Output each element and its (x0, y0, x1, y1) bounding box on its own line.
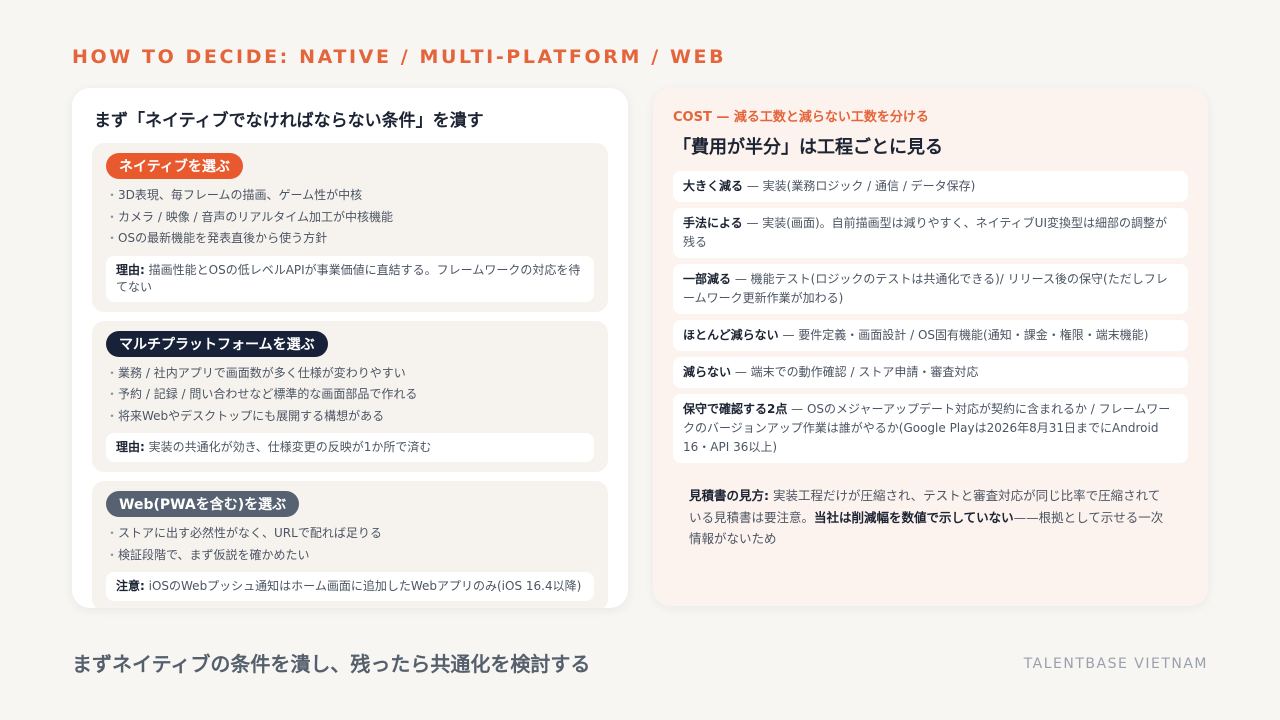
cost-row: 手法による — 実装(画面)。自前描画型は減りやすく、ネイティブUI変換型は細部… (673, 208, 1188, 258)
list-item: 検証段階で、まず仮説を確かめたい (106, 545, 594, 567)
section-native: ネイティブを選ぶ 3D表現、毎フレームの描画、ゲーム性が中核 カメラ / 映像 … (92, 143, 608, 312)
cost-kicker-text: 減る工数と減らない工数を分ける (733, 110, 929, 125)
list-item: 業務 / 社内アプリで画面数が多く仕様が変わりやすい (106, 363, 594, 385)
pill-web: Web(PWAを含む)を選ぶ (106, 491, 300, 517)
estimate-note-label: 見積書の見方: (689, 488, 769, 503)
cost-row-label: 大きく減る (683, 179, 744, 193)
caution-text: iOSのWebプッシュ通知はホーム画面に追加したWebアプリのみ(iOS 16.… (144, 579, 582, 593)
list-item: OSの最新機能を発表直後から使う方針 (106, 228, 594, 250)
cost-row: 保守で確認する2点 — OSのメジャーアップデート対応が契約に含まれるか / フ… (673, 394, 1188, 463)
reason-label: 理由: (116, 440, 145, 454)
cost-row-label: 減らない (683, 365, 732, 379)
page-kicker: HOW TO DECIDE: NATIVE / MULTI-PLATFORM /… (72, 46, 727, 68)
pill-multiplatform: マルチプラットフォームを選ぶ (106, 330, 328, 357)
caution-label: 注意: (116, 579, 145, 593)
estimate-note-emphasis: 当社は削減幅を数値で示していない (814, 509, 1014, 525)
web-caution-box: 注意: iOSのWebプッシュ通知はホーム画面に追加したWebアプリのみ(iOS… (106, 572, 594, 601)
cost-row-text: — 端末での動作確認 / ストア申請・審査対応 (731, 365, 979, 379)
footer-message: まずネイティブの条件を潰し、残ったら共通化を検討する (72, 652, 591, 676)
cost-row: 減らない — 端末での動作確認 / ストア申請・審査対応 (673, 357, 1188, 388)
cost-row-text: — 要件定義・画面設計 / OS固有機能(通知・課金・権限・端末機能) (778, 328, 1149, 342)
cost-row-text: — 実装(業務ロジック / 通信 / データ保存) (743, 179, 976, 193)
cost-row-label: 手法による (683, 216, 743, 230)
reason-label: 理由: (116, 262, 145, 277)
cost-row-text: — 機能テスト(ロジックのテストは共通化できる)/ リリース後の保守(ただしフレ… (683, 272, 1168, 305)
list-item: 予約 / 記録 / 問い合わせなど標準的な画面部品で作れる (106, 384, 594, 406)
reason-text: 実装の共通化が効き、仕様変更の反映が1か所で済む (144, 440, 432, 454)
cost-kicker: COST — 減る工数と減らない工数を分ける (673, 106, 1188, 125)
cost-row-label: 保守で確認する2点 (683, 402, 788, 416)
list-item: ストアに出す必然性がなく、URLで配れば足りる (106, 523, 594, 545)
cost-row: ほとんど減らない — 要件定義・画面設計 / OS固有機能(通知・課金・権限・端… (673, 320, 1188, 351)
list-item: 3D表現、毎フレームの描画、ゲーム性が中核 (106, 185, 594, 207)
cost-card-title: 「費用が半分」は工程ごとに見る (673, 137, 943, 158)
cost-row-label: ほとんど減らない (683, 328, 779, 342)
native-bullet-list: 3D表現、毎フレームの描画、ゲーム性が中核 カメラ / 映像 / 音声のリアルタ… (106, 185, 594, 250)
decision-card: まず「ネイティブでなければならない条件」を潰す ネイティブを選ぶ 3D表現、毎フ… (72, 88, 628, 608)
cost-row-label: 一部減る (683, 272, 732, 286)
list-item: 将来Webやデスクトップにも展開する構想がある (106, 406, 594, 428)
cost-row: 一部減る — 機能テスト(ロジックのテストは共通化できる)/ リリース後の保守(… (673, 264, 1188, 314)
brand-name: TALENTBASE VIETNAM (1023, 656, 1208, 672)
cost-row: 大きく減る — 実装(業務ロジック / 通信 / データ保存) (673, 171, 1188, 202)
web-bullet-list: ストアに出す必然性がなく、URLで配れば足りる 検証段階で、まず仮説を確かめたい (106, 523, 594, 566)
multiplatform-reason-box: 理由: 実装の共通化が効き、仕様変更の反映が1か所で済む (106, 433, 594, 462)
section-web: Web(PWAを含む)を選ぶ ストアに出す必然性がなく、URLで配れば足りる 検… (92, 481, 608, 608)
cost-row-text: — 実装(画面)。自前描画型は減りやすく、ネイティブUI変換型は細部の調整が残る (683, 216, 1167, 249)
decision-card-title: まず「ネイティブでなければならない条件」を潰す (94, 111, 484, 131)
multiplatform-bullet-list: 業務 / 社内アプリで画面数が多く仕様が変わりやすい 予約 / 記録 / 問い合… (106, 363, 594, 428)
section-multiplatform: マルチプラットフォームを選ぶ 業務 / 社内アプリで画面数が多く仕様が変わりやす… (92, 320, 608, 472)
list-item: カメラ / 映像 / 音声のリアルタイム加工が中核機能 (106, 207, 594, 229)
pill-native: ネイティブを選ぶ (106, 153, 243, 179)
cost-kicker-dash: — (711, 110, 734, 125)
native-reason-box: 理由: 描画性能とOSの低レベルAPIが事業価値に直結する。フレームワークの対応… (106, 255, 594, 302)
cost-kicker-label: COST (673, 110, 712, 125)
reason-text: 描画性能とOSの低レベルAPIが事業価値に直結する。フレームワークの対応を待てな… (116, 262, 581, 294)
cost-card: COST — 減る工数と減らない工数を分ける 「費用が半分」は工程ごとに見る 大… (653, 88, 1208, 606)
estimate-note: 見積書の見方: 実装工程だけが圧縮され、テストと審査対応が同じ比率で圧縮されてい… (673, 485, 1188, 550)
